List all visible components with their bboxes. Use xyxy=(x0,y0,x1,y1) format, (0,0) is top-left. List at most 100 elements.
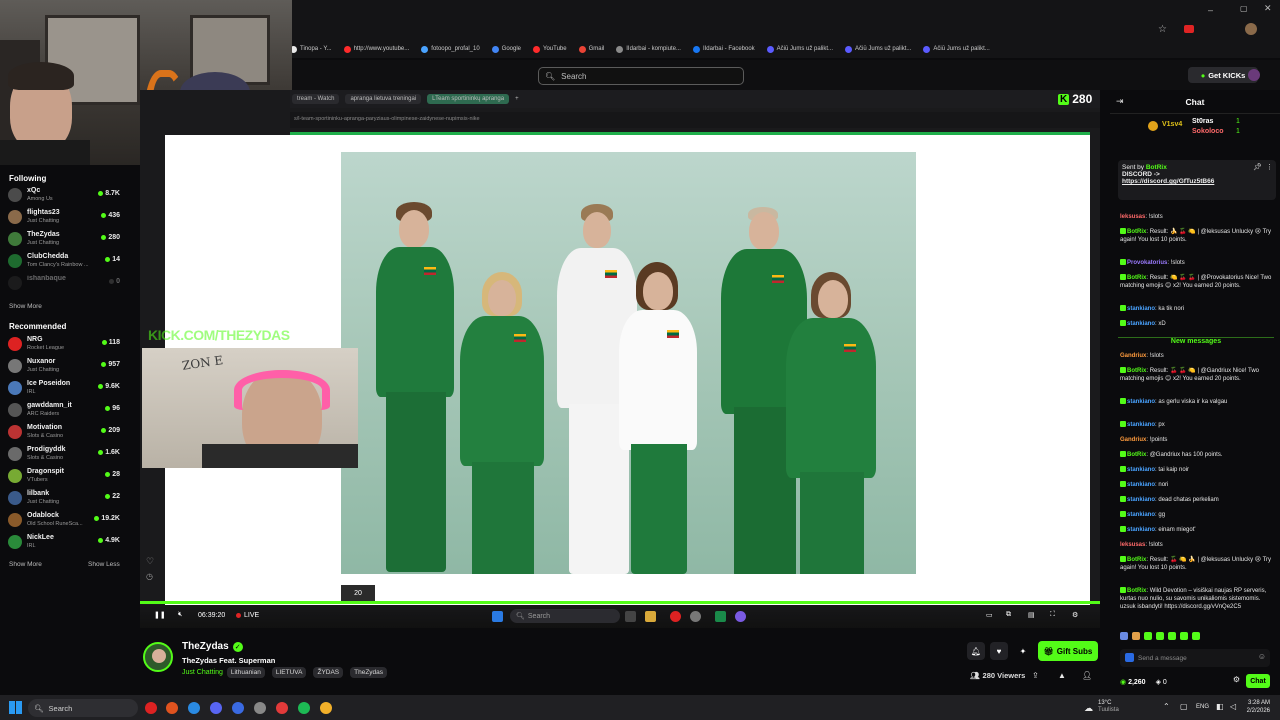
weather[interactable]: 13°C Tuulista xyxy=(1098,700,1119,714)
emote-icon[interactable] xyxy=(1156,632,1164,640)
show-more-link[interactable]: Show More xyxy=(9,303,42,310)
bookmark-item[interactable]: fotoopo_profal_10 xyxy=(421,45,480,53)
chat-username[interactable]: BotRix xyxy=(1127,452,1146,458)
tag[interactable]: LIETUVA xyxy=(271,667,307,678)
chat-message[interactable]: stankiano: gg xyxy=(1120,511,1275,519)
language-indicator[interactable]: ENG xyxy=(1196,704,1209,710)
tray-app-icon[interactable]: ▢ xyxy=(1180,702,1188,711)
video-player[interactable]: tream - Watch apranga lietuva treningai … xyxy=(140,90,1100,628)
clip-icon[interactable]: ▤ xyxy=(1028,611,1035,619)
chat-username[interactable]: stankiano xyxy=(1127,306,1155,312)
category-link[interactable]: Just Chatting xyxy=(182,669,223,676)
channel-name[interactable]: TheZydas xyxy=(182,641,229,652)
app-icon[interactable] xyxy=(232,702,244,714)
chat-username[interactable]: BotRix xyxy=(1127,229,1146,235)
tag[interactable]: ŽYDAS xyxy=(313,667,344,678)
chat-username[interactable]: Provokatorius xyxy=(1127,260,1167,266)
chat-message[interactable]: BotRix: Result: 🍋 🍒 🍒 | @Provokatorius N… xyxy=(1120,274,1275,290)
chat-username[interactable]: stankiano xyxy=(1127,527,1155,533)
sidebar-channel[interactable]: lilbank Just Chatting 22 xyxy=(0,488,124,510)
chat-settings-icon[interactable]: ⚙ xyxy=(1233,675,1240,684)
settings-icon[interactable] xyxy=(254,702,266,714)
emote-icon[interactable] xyxy=(1180,632,1188,640)
network-icon[interactable]: ◧ xyxy=(1216,702,1224,711)
tag[interactable]: TheZydas xyxy=(350,667,388,678)
report-icon[interactable]: ▲ xyxy=(1058,671,1066,680)
chat-message[interactable]: leksusas: !slots xyxy=(1120,213,1275,221)
chat-message[interactable]: Gandriux: !points xyxy=(1120,436,1275,444)
pinned-message[interactable]: Sent by BotRix DISCORD -> https://discor… xyxy=(1118,160,1276,200)
bookmark-item[interactable]: Tinopa - Y... xyxy=(290,45,332,53)
sidebar-channel[interactable]: NickLee IRL 4.9K xyxy=(0,532,124,554)
sidebar-channel[interactable]: gawddamn_it ARC Raiders 96 xyxy=(0,400,124,422)
emote-icon[interactable] xyxy=(1120,632,1128,640)
volume-icon[interactable]: 🔇︎ xyxy=(178,611,182,619)
chrome-icon[interactable] xyxy=(320,702,332,714)
chat-message[interactable]: stankiano: xD xyxy=(1120,320,1275,328)
clock-icon[interactable]: ◷ xyxy=(146,572,153,581)
notification-bell-icon[interactable]: 🔔︎ xyxy=(967,642,985,660)
chat-username[interactable]: stankiano xyxy=(1127,321,1155,327)
share-icon[interactable]: ✦ xyxy=(1014,642,1032,660)
sidebar-channel[interactable]: flightas23 Just Chatting 436 xyxy=(0,207,124,229)
bookmark-item[interactable]: Ačiū Jums už palikt... xyxy=(845,45,911,53)
theater-mode-icon[interactable]: ▭ xyxy=(986,611,993,619)
chat-message[interactable]: BotRix: Result: 🍒 🍒 🍋 | @Gandriux Nice! … xyxy=(1120,367,1275,383)
taskbar-clock[interactable]: 3:28 AM 2/2/2026 xyxy=(1247,699,1270,715)
taskbar-search[interactable]: 🔍︎ Search xyxy=(28,699,138,717)
search-input[interactable]: 🔍︎ Search xyxy=(538,67,744,85)
sidebar-channel[interactable]: Prodigyddk Slots & Casino 1.6K xyxy=(0,444,124,466)
chat-message[interactable]: Provokatorius: !slots xyxy=(1120,259,1275,267)
chat-message[interactable]: stankiano: ka tik nori xyxy=(1120,305,1275,313)
maximize-icon[interactable]: ▢ xyxy=(1240,4,1248,13)
minimize-icon[interactable]: – xyxy=(1208,5,1213,15)
chat-username[interactable]: BotRix xyxy=(1127,557,1146,563)
sidebar-channel[interactable]: xQc Among Us 8.7K xyxy=(0,185,124,207)
bookmark-item[interactable]: Ačiū Jums už palikt... xyxy=(923,45,990,53)
bookmark-item[interactable]: http://www.youtube... xyxy=(343,45,409,53)
sidebar-channel[interactable]: Dragonspit VTubers 28 xyxy=(0,466,124,488)
extension-icon[interactable] xyxy=(1184,25,1194,33)
pip-mode-icon[interactable]: ⧉ xyxy=(1006,611,1011,619)
chat-message[interactable]: BotRix: Wild Devotion – visiškai naujas … xyxy=(1120,587,1275,611)
chat-username[interactable]: Gandriux xyxy=(1120,437,1146,443)
emote-icon[interactable] xyxy=(1192,632,1200,640)
chat-username[interactable]: stankiano xyxy=(1127,422,1155,428)
chat-message[interactable]: BotRix: Result: 🍒 🍋 🍌 | @leksusas Unluck… xyxy=(1120,556,1275,572)
points-display[interactable]: ◉ 2,260 xyxy=(1120,678,1146,686)
sidebar-channel[interactable]: TheZydas Just Chatting 280 xyxy=(0,229,124,251)
show-more-link-2[interactable]: Show More xyxy=(9,561,42,568)
settings-icon[interactable]: ⚙ xyxy=(1072,611,1078,619)
share-arrow-icon[interactable]: ⇪ xyxy=(1032,671,1039,680)
start-icon[interactable] xyxy=(9,701,22,714)
more-options-icon[interactable]: ⋮ xyxy=(1266,163,1273,171)
chat-message[interactable]: stankiano: einam miegot' xyxy=(1120,526,1275,534)
star-icon[interactable]: ☆ xyxy=(1158,24,1167,35)
sidebar-channel[interactable]: NRG Rocket League 118 xyxy=(0,334,124,356)
chat-username[interactable]: stankiano xyxy=(1127,512,1155,518)
tag[interactable]: Lithuanian xyxy=(226,667,265,678)
profile-avatar[interactable] xyxy=(1245,23,1257,35)
chat-message[interactable]: BotRix: Result: 🍌 🍒 🍋 | @leksusas Unluck… xyxy=(1120,228,1275,244)
show-less-link[interactable]: Show Less xyxy=(88,561,120,568)
opera-icon[interactable] xyxy=(145,702,157,714)
fullscreen-icon[interactable]: ⛶ xyxy=(1050,611,1055,619)
sidebar-channel[interactable]: Odablock Old School RuneSca... 19.2K xyxy=(0,510,124,532)
sidebar-channel[interactable]: ClubChedda Tom Clancy's Rainbow ... 14 xyxy=(0,251,124,273)
user-avatar[interactable] xyxy=(1248,69,1260,81)
bookmark-item[interactable]: YouTube xyxy=(533,45,567,53)
chat-message[interactable]: stankiano: tai kaip noir xyxy=(1120,466,1275,474)
chat-message[interactable]: leksusas: !slots xyxy=(1120,541,1275,549)
chat-username[interactable]: stankiano xyxy=(1127,467,1155,473)
profile-icon[interactable]: 👤︎ xyxy=(1082,671,1092,680)
brave-icon[interactable] xyxy=(166,702,178,714)
bookmark-item[interactable]: IIdarbai - Facebook xyxy=(692,45,755,53)
chat-input[interactable]: Send a message ☺ xyxy=(1120,649,1270,667)
pin-icon[interactable]: 📌︎ xyxy=(1253,163,1262,171)
chat-message[interactable]: stankiano: dead chatas perkeliam xyxy=(1120,496,1275,504)
stream-progress-bar[interactable] xyxy=(140,601,1100,604)
pause-icon[interactable]: ❚❚ xyxy=(154,611,166,619)
chat-message[interactable]: stankiano: px xyxy=(1120,421,1275,429)
emote-icon[interactable] xyxy=(1132,632,1140,640)
sidebar-channel[interactable]: Nuxanor Just Chatting 957 xyxy=(0,356,124,378)
